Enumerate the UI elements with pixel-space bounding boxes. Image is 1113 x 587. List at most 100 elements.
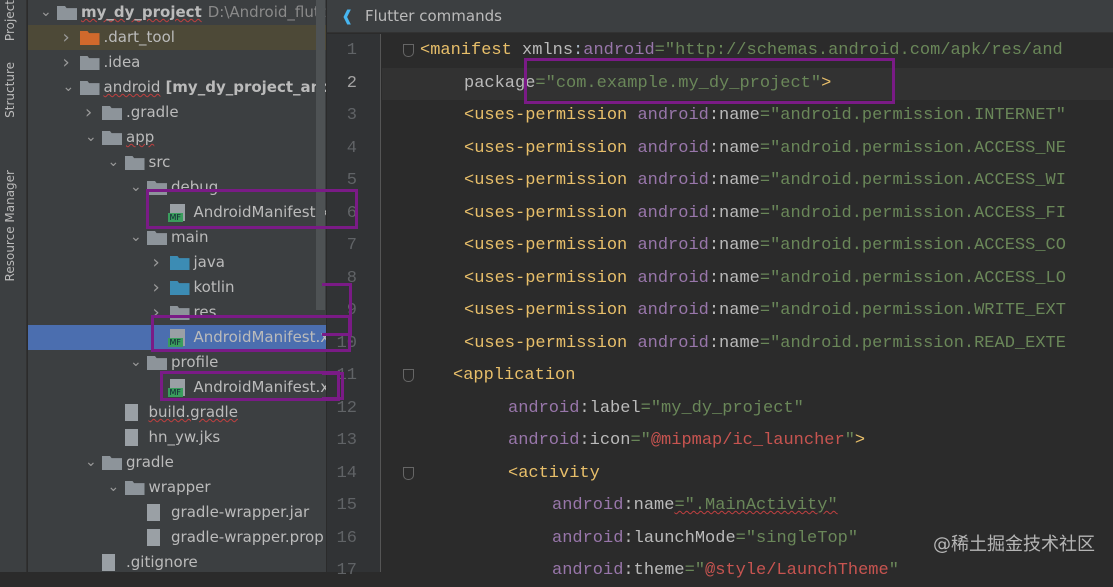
line-number: 4 xyxy=(346,138,357,158)
chevron-down-icon[interactable]: ⌄ xyxy=(108,475,120,500)
tree-item[interactable]: ⌄ wrapper xyxy=(28,475,326,500)
code-line: <uses-permission android:name="android.p… xyxy=(464,133,1066,165)
code-token: <uses-permission xyxy=(464,268,638,288)
line-number: 3 xyxy=(346,106,357,125)
code-token: <uses-permission xyxy=(464,333,638,353)
code-token: :icon xyxy=(579,431,631,450)
chevron-down-icon[interactable]: ⌄ xyxy=(130,225,142,250)
code-token: :name xyxy=(708,106,760,125)
code-token: android xyxy=(637,138,709,158)
code-token: ="android.permission.ACCESS_CO xyxy=(759,236,1066,255)
tree-item[interactable]: › kotlin xyxy=(28,275,326,300)
code-token: :name xyxy=(708,138,760,158)
project-tree: ⌄ my_dy_project D:\Android_flutte › .dart_to… xyxy=(28,0,326,572)
annotation-box xyxy=(524,58,895,104)
tree-item[interactable]: › .dart_tool xyxy=(28,25,326,50)
code-token: <uses-permission xyxy=(464,301,638,320)
tree-item-label: wrapper xyxy=(148,478,211,496)
tree-item-label: build.gradle xyxy=(148,403,238,421)
tree-item[interactable]: ⌄ my_dy_project D:\Android_flutte xyxy=(28,0,326,25)
folder-icon xyxy=(102,131,122,145)
tree-item[interactable]: gradle-wrapper.jar xyxy=(28,500,326,525)
line-number: 17 xyxy=(336,561,357,580)
code-token: ="singleTop" xyxy=(735,528,859,548)
folder-orange-icon xyxy=(79,31,100,45)
code-token: > xyxy=(854,431,866,450)
chevron-right-icon[interactable]: › xyxy=(85,100,97,125)
code-token: @style/LaunchTheme xyxy=(705,561,889,580)
chevron-down-icon[interactable]: ⌄ xyxy=(40,0,52,25)
folder-blue-icon xyxy=(169,281,190,295)
code-line: android:launchMode="singleTop" xyxy=(552,523,858,555)
tree-scrollbar[interactable] xyxy=(316,0,325,310)
tree-item[interactable]: build.gradle xyxy=(28,400,326,425)
project-folder-icon xyxy=(79,81,100,95)
chevron-down-icon[interactable]: ⌄ xyxy=(108,150,120,175)
chevron-down-icon[interactable]: ⌄ xyxy=(63,75,75,100)
code-token: <uses-permission xyxy=(464,236,638,255)
code-token: :name xyxy=(708,236,760,255)
code-token: :launchMode xyxy=(623,528,736,548)
line-number: 2 xyxy=(346,73,357,93)
code-token: =" xyxy=(684,561,706,580)
tree-item[interactable]: ⌄ src xyxy=(28,150,326,175)
tree-item[interactable]: › .gradle xyxy=(28,100,326,125)
code-line: <activity xyxy=(508,458,600,490)
code-token: ="my_dy_project" xyxy=(640,398,804,418)
code-line: android:icon="@mipmap/ic_launcher"> xyxy=(508,425,865,457)
code-line: android:name=".MainActivity" xyxy=(552,490,838,522)
code-token: :name xyxy=(708,268,760,288)
tree-item-label: app xyxy=(126,128,155,146)
tree-item-label: profile xyxy=(171,353,219,371)
chevron-right-icon[interactable]: › xyxy=(153,275,165,300)
tree-item[interactable]: ⌄ gradle xyxy=(28,450,326,475)
tree-item[interactable]: gradle-wrapper.prop xyxy=(28,525,326,550)
code-token: <manifest xyxy=(420,41,512,60)
fold-icon[interactable] xyxy=(403,369,414,382)
fold-icon[interactable] xyxy=(403,466,414,480)
module-name: [my_dy_project_andr xyxy=(165,78,326,96)
code-token: ="android.permission.ACCESS_LO xyxy=(759,268,1066,288)
chevron-down-icon[interactable]: ⌄ xyxy=(85,450,97,475)
editor-header: ❰ Flutter commands xyxy=(327,0,1113,33)
chevron-right-icon[interactable]: › xyxy=(63,50,75,75)
code-line: <uses-permission android:name="android.p… xyxy=(464,230,1066,262)
tree-item-label: android xyxy=(103,78,161,96)
tab-structure[interactable]: Structure xyxy=(3,62,17,118)
tree-item[interactable]: › .idea xyxy=(28,50,326,75)
tree-item[interactable]: ⌄ app xyxy=(28,125,326,150)
code-line: <uses-permission android:name="android.p… xyxy=(464,198,1066,230)
code-token: android xyxy=(637,333,709,353)
tree-item[interactable]: hn_yw.jks xyxy=(28,425,326,450)
properties-file-icon xyxy=(147,529,160,546)
annotation-box xyxy=(160,371,340,401)
tab-resource-manager[interactable]: Resource Manager xyxy=(3,170,17,281)
file-icon xyxy=(102,554,115,571)
code-token: android xyxy=(637,236,709,255)
project-folder-icon xyxy=(57,6,77,20)
code-line: <uses-permission android:name="android.p… xyxy=(464,165,1066,197)
chevron-right-icon[interactable]: › xyxy=(153,250,165,275)
chevron-right-icon[interactable]: › xyxy=(63,25,75,50)
tree-item[interactable]: .gitignore xyxy=(28,550,326,572)
fold-icon[interactable] xyxy=(403,44,414,57)
code-line: android:theme="@style/LaunchTheme" xyxy=(552,555,899,587)
tree-item-label: gradle-wrapper.jar xyxy=(171,503,310,521)
chevron-down-icon[interactable]: ⌄ xyxy=(85,125,97,150)
tree-item[interactable]: ⌄ android [my_dy_project_andr xyxy=(28,75,327,100)
chevron-down-icon[interactable]: ⌄ xyxy=(130,350,142,375)
tree-item-label: .idea xyxy=(103,53,141,71)
code-token: android xyxy=(637,268,709,288)
line-number: 16 xyxy=(336,528,357,548)
code-token: <uses-permission xyxy=(464,171,638,190)
code-token: <activity xyxy=(508,463,600,483)
tab-project[interactable]: Project xyxy=(3,0,17,41)
watermark: @稀土掘金技术社区 xyxy=(933,534,1095,555)
code-token: <uses-permission xyxy=(464,138,638,158)
code-token: android xyxy=(552,496,624,515)
flutter-commands-link[interactable]: Flutter commands xyxy=(365,0,502,33)
folder-blue-icon xyxy=(169,256,190,270)
tree-item[interactable]: › java xyxy=(28,250,326,275)
chevron-down-icon[interactable]: ⌄ xyxy=(130,175,142,200)
